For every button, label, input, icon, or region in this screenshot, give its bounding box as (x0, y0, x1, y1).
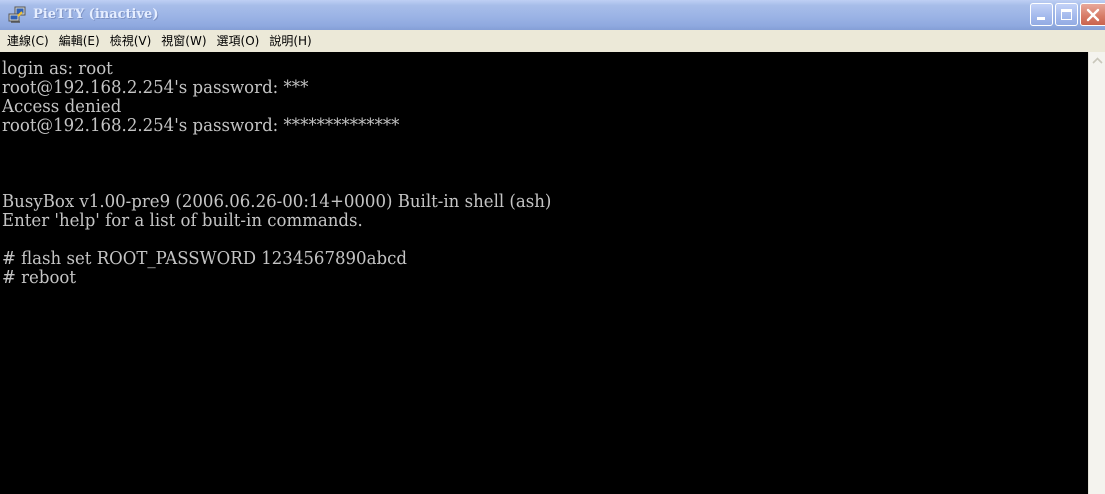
menu-help[interactable]: 說明(H) (264, 30, 316, 52)
terminal-line: root@192.168.2.254's password: *** (2, 77, 309, 98)
terminal-line: # reboot (2, 267, 77, 288)
terminal-line: Enter 'help' for a list of built-in comm… (2, 210, 363, 231)
pietty-window: PieTTY (inactive) 連線(C) 編輯(E) 檢視(V) 視窗(W… (0, 0, 1105, 494)
terminal-line: login as: root (2, 58, 113, 79)
close-button[interactable] (1080, 3, 1105, 26)
minimize-icon (1037, 17, 1045, 20)
window-title: PieTTY (inactive) (33, 7, 159, 22)
menu-window[interactable]: 視窗(W) (156, 30, 211, 52)
menu-connection[interactable]: 連線(C) (0, 30, 54, 52)
terminal-line: # flash set ROOT_PASSWORD 1234567890abcd (2, 248, 407, 269)
title-bar[interactable]: PieTTY (inactive) (0, 0, 1105, 30)
terminal-screen[interactable]: login as: root root@192.168.2.254's pass… (0, 52, 1088, 494)
menu-edit[interactable]: 編輯(E) (54, 30, 105, 52)
terminal-output: login as: root root@192.168.2.254's pass… (2, 59, 599, 287)
maximize-button[interactable] (1055, 3, 1078, 26)
terminal-line: Access denied (2, 96, 122, 117)
menu-options[interactable]: 選項(O) (212, 30, 265, 52)
vertical-scrollbar[interactable] (1088, 52, 1105, 494)
close-icon (1086, 8, 1100, 22)
menu-bar: 連線(C) 編輯(E) 檢視(V) 視窗(W) 選項(O) 說明(H) (0, 30, 1105, 52)
network-computers-icon[interactable] (8, 6, 26, 24)
terminal-line: BusyBox v1.00-pre9 (2006.06.26-00:14+000… (2, 191, 552, 212)
menu-view[interactable]: 檢視(V) (105, 30, 157, 52)
chevron-up-icon[interactable] (1089, 52, 1105, 69)
terminal-line: root@192.168.2.254's password: *********… (2, 115, 400, 136)
minimize-button[interactable] (1030, 3, 1053, 26)
maximize-icon (1061, 9, 1072, 20)
